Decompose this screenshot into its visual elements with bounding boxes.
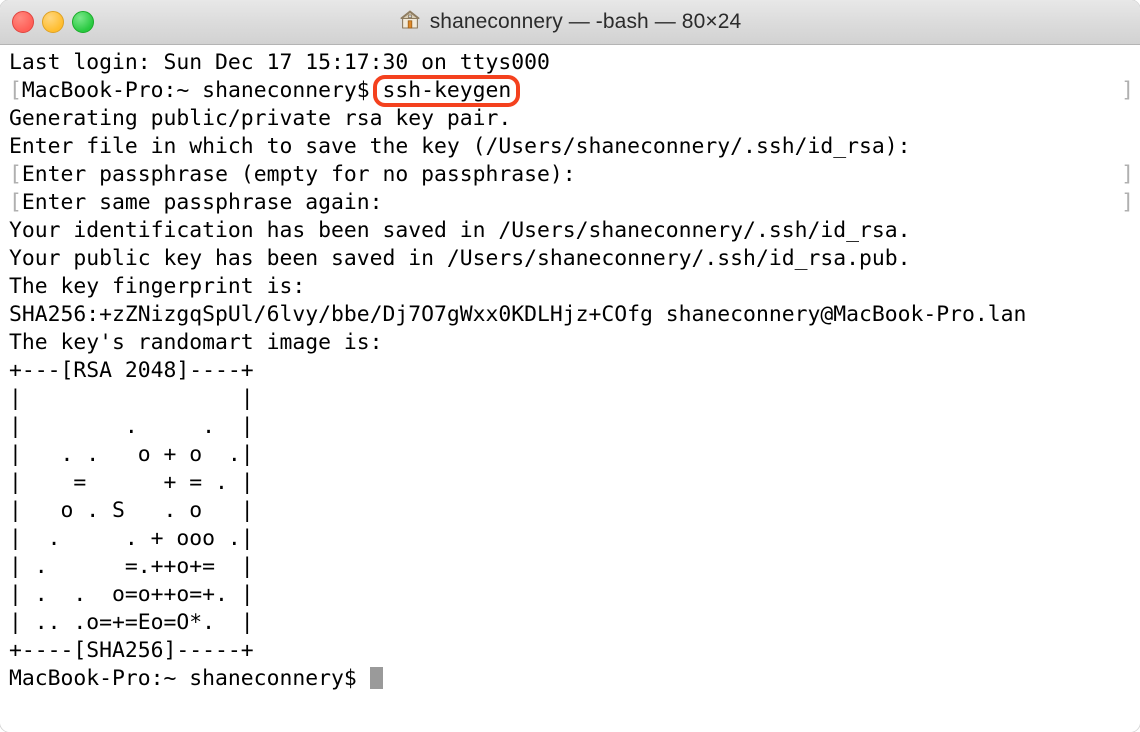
terminal-line-text: | | [9, 386, 254, 411]
terminal-line: | . . + ooo .| [9, 525, 1140, 553]
terminal-line: | . =.++o+= | [9, 553, 1140, 581]
text-cursor [369, 667, 383, 689]
terminal-line-text: | .. .o=+=Eo=O*. | [9, 610, 254, 635]
terminal-line-text: | o . S . o | [9, 498, 254, 523]
terminal-line-text: | . . o + o .| [9, 442, 254, 467]
terminal-line-text: Your public key has been saved in /Users… [9, 246, 911, 271]
close-window-button[interactable] [12, 11, 34, 33]
terminal-line-text: | = + = . | [9, 470, 254, 495]
terminal-line: | . . o + o .| [9, 441, 1140, 469]
terminal-line-text: Enter file in which to save the key (/Us… [9, 134, 911, 159]
terminal-line-text: Enter same passphrase again: [21, 190, 383, 215]
terminal-output: Last login: Sun Dec 17 15:17:30 on ttys0… [0, 49, 1140, 693]
terminal-window: shaneconnery — -bash — 80×24 Last login:… [0, 0, 1140, 732]
prompt-open-bracket: [ [9, 162, 22, 187]
terminal-line-text: The key's randomart image is: [9, 330, 383, 355]
terminal-line: | . . o=o++o=+. | [9, 581, 1140, 609]
terminal-line: +---[RSA 2048]----+ [9, 357, 1140, 385]
traffic-light-buttons [12, 0, 94, 44]
terminal-line-text: | . . | [9, 414, 254, 439]
prompt-close-bracket: ] [1121, 190, 1134, 215]
terminal-line: Generating public/private rsa key pair. [9, 105, 1140, 133]
terminal-line: [MacBook-Pro:~ shaneconnery$ ssh-keygen] [9, 77, 1140, 105]
shell-prompt-text: MacBook-Pro:~ shaneconnery$ [9, 666, 370, 691]
terminal-line-text: +---[RSA 2048]----+ [9, 358, 254, 383]
window-title: shaneconnery — -bash — 80×24 [429, 10, 742, 33]
terminal-content-area[interactable]: Last login: Sun Dec 17 15:17:30 on ttys0… [0, 45, 1140, 732]
prompt-open-bracket: [ [9, 78, 22, 103]
prompt-close-bracket: ] [1121, 78, 1134, 103]
terminal-line-text: The key fingerprint is: [9, 274, 306, 299]
terminal-line: | . . | [9, 413, 1140, 441]
terminal-line: SHA256:+zZNizgqSpUl/6lvy/bbe/Dj7O7gWxx0K… [9, 301, 1140, 329]
terminal-line: | = + = . | [9, 469, 1140, 497]
minimize-window-button[interactable] [42, 11, 64, 33]
home-folder-icon [399, 9, 421, 35]
terminal-line: Your identification has been saved in /U… [9, 217, 1140, 245]
terminal-line-text: SHA256:+zZNizgqSpUl/6lvy/bbe/Dj7O7gWxx0K… [9, 302, 1027, 327]
terminal-line-text: | . =.++o+= | [9, 554, 254, 579]
terminal-line: [Enter same passphrase again:] [9, 189, 1140, 217]
terminal-line: The key fingerprint is: [9, 273, 1140, 301]
terminal-line-text: | . . o=o++o=+. | [9, 582, 254, 607]
window-title-group: shaneconnery — -bash — 80×24 [0, 9, 1140, 35]
terminal-line: Your public key has been saved in /Users… [9, 245, 1140, 273]
terminal-line: | .. .o=+=Eo=O*. | [9, 609, 1140, 637]
terminal-line: | | [9, 385, 1140, 413]
prompt-open-bracket: [ [9, 190, 22, 215]
terminal-line-text: MacBook-Pro:~ shaneconnery$ ssh-keygen [21, 78, 512, 103]
terminal-line: [Enter passphrase (empty for no passphra… [9, 161, 1140, 189]
terminal-line: Last login: Sun Dec 17 15:17:30 on ttys0… [9, 49, 1140, 77]
terminal-line-text: +----[SHA256]-----+ [9, 638, 254, 663]
terminal-line: The key's randomart image is: [9, 329, 1140, 357]
window-titlebar[interactable]: shaneconnery — -bash — 80×24 [0, 0, 1140, 45]
maximize-window-button[interactable] [72, 11, 94, 33]
terminal-line: Enter file in which to save the key (/Us… [9, 133, 1140, 161]
terminal-line-text: Last login: Sun Dec 17 15:17:30 on ttys0… [9, 50, 550, 75]
terminal-line-text: Generating public/private rsa key pair. [9, 106, 512, 131]
terminal-line-text: | . . + ooo .| [9, 526, 254, 551]
terminal-line-text: Enter passphrase (empty for no passphras… [21, 162, 576, 187]
terminal-line-text: Your identification has been saved in /U… [9, 218, 911, 243]
prompt-close-bracket: ] [1121, 162, 1134, 187]
terminal-line: +----[SHA256]-----+ [9, 637, 1140, 665]
terminal-line: | o . S . o | [9, 497, 1140, 525]
terminal-prompt-line[interactable]: MacBook-Pro:~ shaneconnery$ [9, 665, 1140, 693]
